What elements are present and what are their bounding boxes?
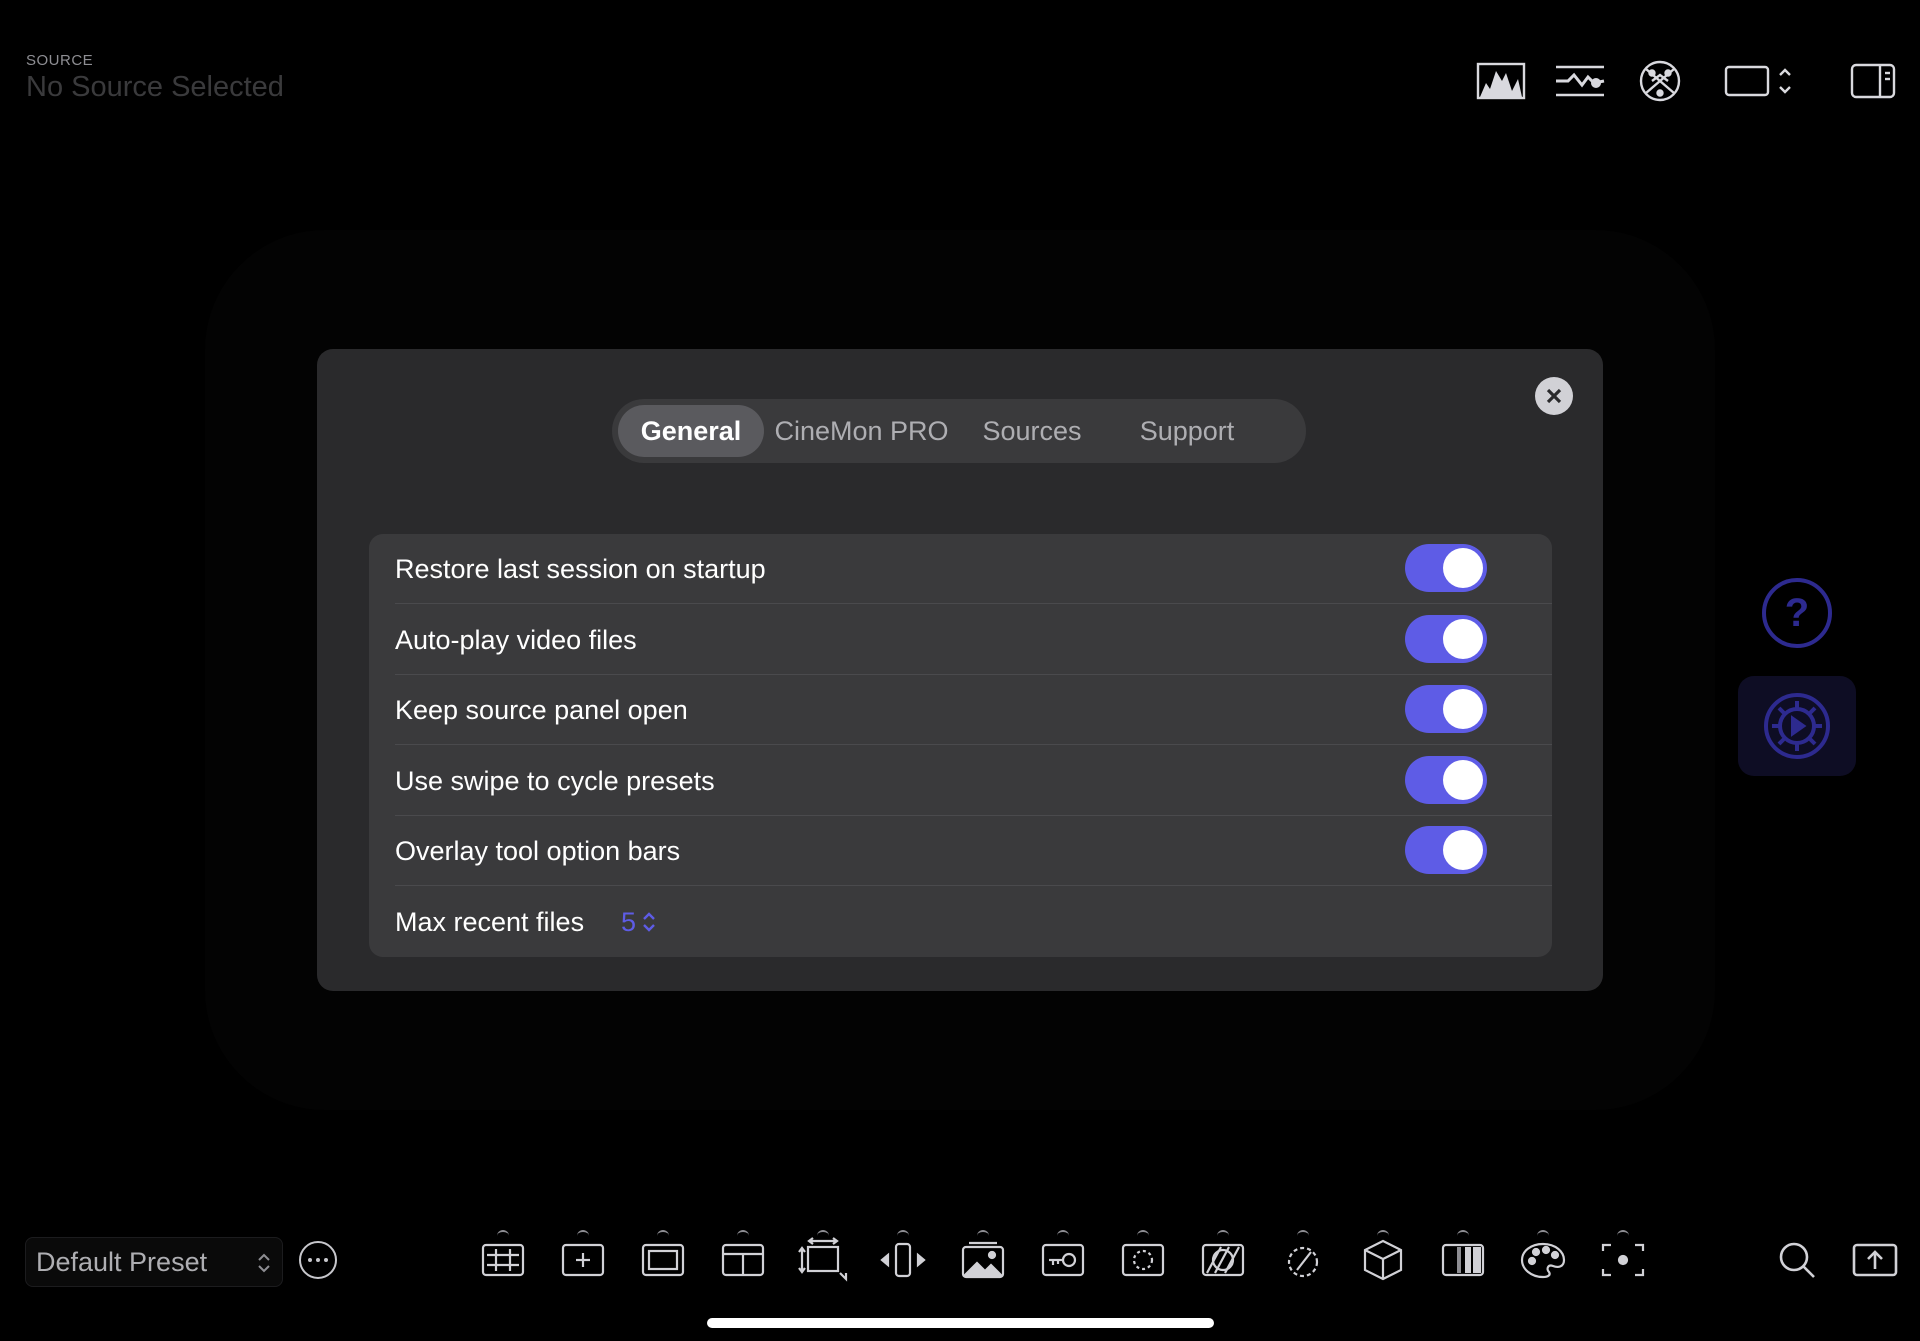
spot-meter-icon[interactable] bbox=[1593, 1230, 1653, 1290]
grid-icon[interactable] bbox=[473, 1230, 533, 1290]
preset-label: Default Preset bbox=[36, 1246, 208, 1277]
preset-selector[interactable]: Default Preset bbox=[25, 1237, 283, 1287]
help-button[interactable]: ? bbox=[1762, 578, 1832, 648]
setting-label: Auto-play video files bbox=[395, 624, 637, 655]
overlay-option-bars-toggle[interactable] bbox=[1405, 826, 1487, 874]
chevron-updown-icon[interactable] bbox=[641, 910, 657, 934]
home-indicator bbox=[707, 1318, 1214, 1328]
aspect-ratio-icon[interactable] bbox=[1724, 58, 1796, 104]
center-marker-icon[interactable] bbox=[553, 1230, 613, 1290]
max-recent-files-stepper[interactable]: 5 bbox=[621, 887, 636, 957]
flip-icon[interactable] bbox=[873, 1230, 933, 1290]
tab-sources[interactable]: Sources bbox=[959, 405, 1105, 457]
settings-modal: General CineMon PRO Sources Support Rest… bbox=[317, 349, 1603, 991]
search-button[interactable] bbox=[1771, 1234, 1823, 1286]
frame-guide-icon[interactable] bbox=[633, 1230, 693, 1290]
settings-button[interactable] bbox=[1738, 676, 1856, 776]
histogram-icon[interactable] bbox=[1476, 58, 1526, 104]
lut-cube-icon[interactable] bbox=[1353, 1230, 1413, 1290]
keep-panel-open-toggle[interactable] bbox=[1405, 685, 1487, 733]
tab-support[interactable]: Support bbox=[1111, 405, 1263, 457]
vectorscope-icon[interactable] bbox=[1636, 58, 1684, 104]
setting-label: Use swipe to cycle presets bbox=[395, 765, 715, 796]
settings-list: Restore last session on startup Auto-pla… bbox=[369, 534, 1552, 957]
source-info[interactable]: SOURCE No Source Selected bbox=[26, 52, 284, 104]
safe-area-icon[interactable] bbox=[713, 1230, 773, 1290]
setting-row: Keep source panel open bbox=[369, 675, 1552, 745]
restore-session-toggle[interactable] bbox=[1405, 544, 1487, 592]
swipe-presets-toggle[interactable] bbox=[1405, 755, 1487, 804]
settings-tabs: General CineMon PRO Sources Support bbox=[612, 399, 1306, 463]
setting-row: Overlay tool option bars bbox=[369, 816, 1552, 886]
zebra-icon[interactable] bbox=[1193, 1230, 1253, 1290]
settings-icon bbox=[1764, 693, 1830, 759]
setting-row: Auto-play video files bbox=[369, 605, 1552, 675]
color-palette-icon[interactable] bbox=[1513, 1230, 1573, 1290]
chevron-updown-icon bbox=[258, 1253, 270, 1273]
export-button[interactable] bbox=[1849, 1234, 1901, 1286]
setting-label: Max recent files bbox=[395, 906, 585, 937]
setting-row: Restore last session on startup bbox=[369, 534, 1552, 604]
tab-general[interactable]: General bbox=[618, 405, 764, 457]
focus-peaking-icon[interactable] bbox=[1113, 1230, 1173, 1290]
help-icon: ? bbox=[1784, 590, 1810, 635]
export-icon bbox=[1852, 1243, 1898, 1277]
search-icon bbox=[1779, 1242, 1815, 1278]
exposure-icon[interactable] bbox=[1273, 1230, 1333, 1290]
transform-icon[interactable] bbox=[793, 1230, 853, 1290]
setting-label: Keep source panel open bbox=[395, 695, 688, 725]
image-overlay-icon[interactable] bbox=[953, 1230, 1013, 1290]
waveform-icon[interactable] bbox=[1554, 58, 1606, 104]
close-button[interactable] bbox=[1535, 377, 1573, 415]
source-name: No Source Selected bbox=[26, 71, 284, 103]
sidebar-icon[interactable] bbox=[1850, 58, 1896, 104]
source-caption: SOURCE bbox=[26, 52, 94, 69]
tab-cinemon-pro[interactable]: CineMon PRO bbox=[770, 405, 953, 457]
close-icon bbox=[1546, 388, 1562, 404]
setting-label: Overlay tool option bars bbox=[395, 836, 681, 866]
false-color-icon[interactable] bbox=[1033, 1230, 1093, 1290]
autoplay-toggle[interactable] bbox=[1405, 614, 1487, 663]
more-options-button[interactable] bbox=[299, 1241, 337, 1279]
gradient-icon[interactable] bbox=[1433, 1230, 1493, 1290]
setting-row: Max recent files 5 bbox=[369, 887, 1552, 957]
setting-row: Use swipe to cycle presets bbox=[369, 746, 1552, 816]
setting-label: Restore last session on startup bbox=[395, 554, 766, 584]
